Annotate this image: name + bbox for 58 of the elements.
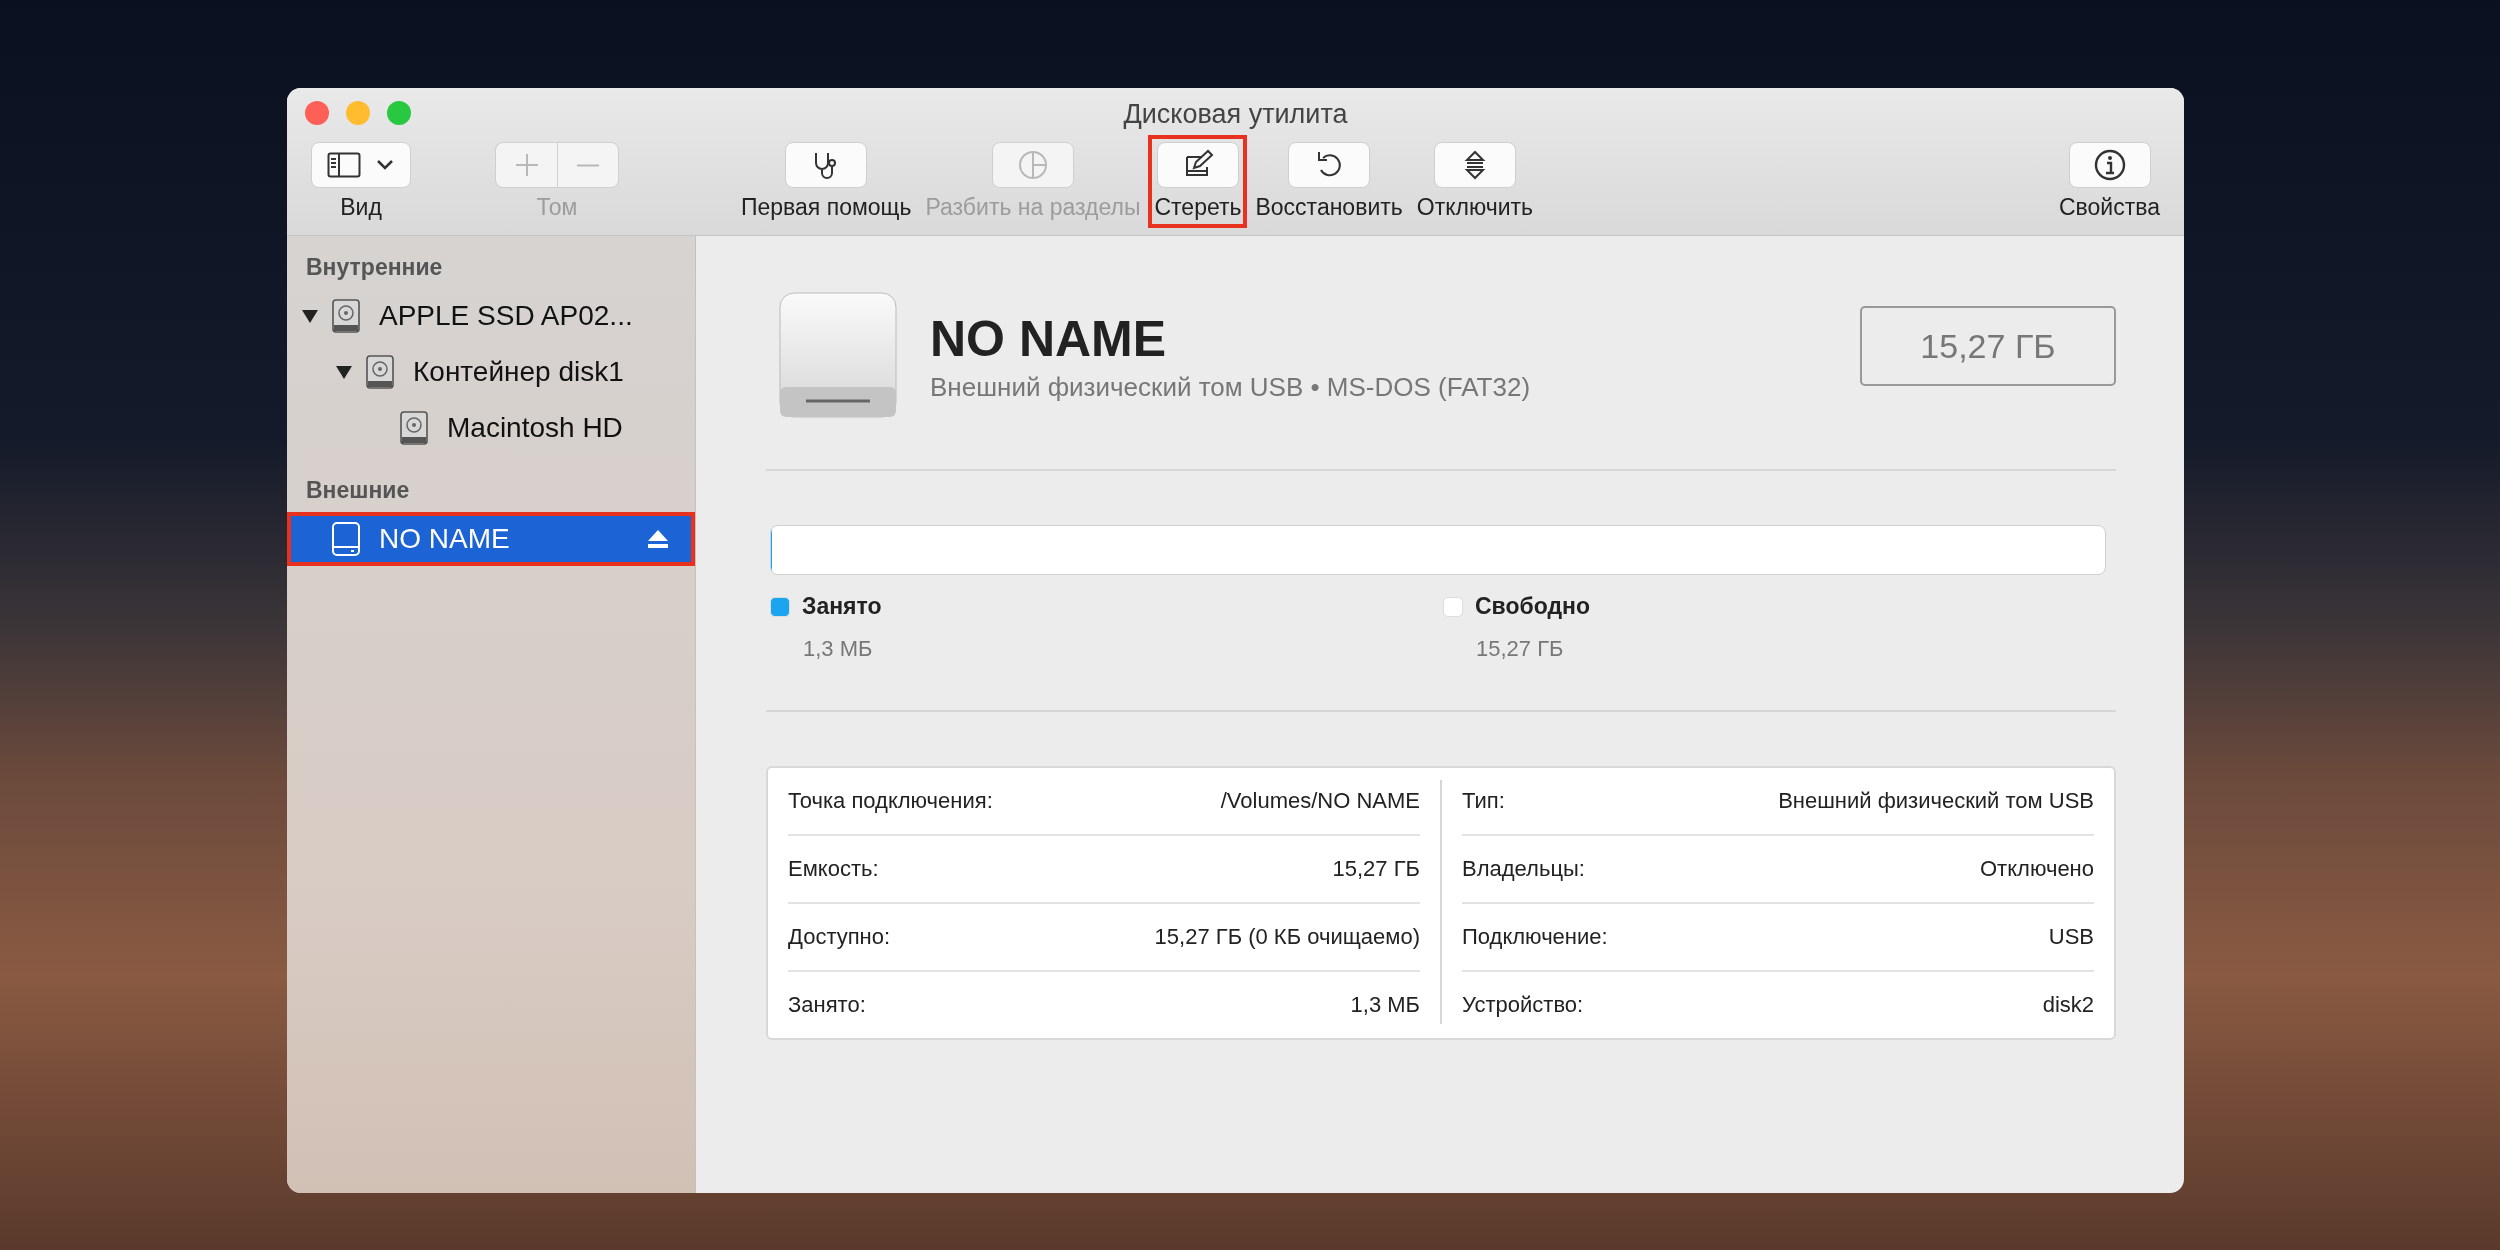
sidebar-item[interactable]: Контейнер disk1 [287,345,695,399]
minus-icon [575,163,601,167]
sidebar-section-title: Внешние [305,477,411,504]
sidebar-item[interactable]: Macintosh HD [287,401,695,455]
info-label: Точка подключения: [788,788,993,814]
sidebar-section-title: Внутренние [305,254,444,281]
toolbar-label: Первая помощь [741,194,912,221]
info-value: 15,27 ГБ [1332,856,1420,882]
toolbar-label: Отключить [1416,194,1533,221]
info-value: disk2 [2042,992,2094,1018]
volume-name: NO NAME [930,309,1168,368]
window-title: Дисковая утилита [1123,99,1348,131]
info-label: Владельцы: [1462,856,1585,882]
toolbar-label: Восстановить [1255,194,1403,221]
pie-chart-icon [1016,149,1049,181]
info-label: Доступно: [788,924,891,950]
info-label: Емкость: [788,856,879,882]
legend-label: Свободно [1475,593,1590,620]
toolbar-label: Том [536,194,578,221]
info-label: Подключение: [1462,924,1608,950]
unmount-button[interactable] [1433,142,1516,188]
eject-icon[interactable] [647,529,669,549]
info-value: 1,3 МБ [1350,992,1420,1018]
sidebar-item[interactable]: NO NAME [287,512,695,566]
legend-value: 1,3 МБ [802,636,874,662]
info-value: 15,27 ГБ (0 КБ очищаемо) [1154,924,1420,950]
info-label: Тип: [1462,788,1505,814]
external-drive-icon [776,291,900,421]
info-value: Внешний физический том USB [1778,788,2094,814]
disclosure-triangle-icon[interactable] [335,364,353,380]
info-icon [2092,148,2127,182]
view-button[interactable] [311,142,411,188]
info-value: USB [2048,924,2094,950]
volume-description: Внешний физический том USB • MS-DOS (FAT32) [930,371,1532,403]
erase-button[interactable] [1156,142,1239,188]
external-drive-icon [331,521,361,557]
legend-value: 15,27 ГБ [1475,636,1565,662]
sidebar-item[interactable]: APPLE SSD AP02... [287,289,695,343]
info-button[interactable] [2068,142,2151,188]
hard-drive-icon [331,298,361,334]
info-value: Отключено [1980,856,2094,882]
sidebar-icon [327,152,361,178]
legend-label: Занято [802,593,882,620]
restore-button[interactable] [1288,142,1371,188]
toolbar-label: Разбить на разделы [925,194,1141,221]
capacity-badge: 15,27 ГБ [1860,306,2116,386]
disclosure-triangle-icon[interactable] [301,308,319,324]
firstaid-button[interactable] [785,142,868,188]
hard-drive-icon [399,410,429,446]
toolbar-label: Свойства [2059,194,2160,221]
toolbar-label: Стереть [1154,194,1242,221]
info-value: /Volumes/NO NAME [1220,788,1420,814]
chevron-down-icon [375,158,395,172]
hard-drive-icon [365,354,395,390]
info-label: Устройство: [1462,992,1584,1018]
plus-icon [513,152,540,178]
toolbar-label: Вид [340,194,382,221]
info-label: Занято: [788,992,866,1018]
